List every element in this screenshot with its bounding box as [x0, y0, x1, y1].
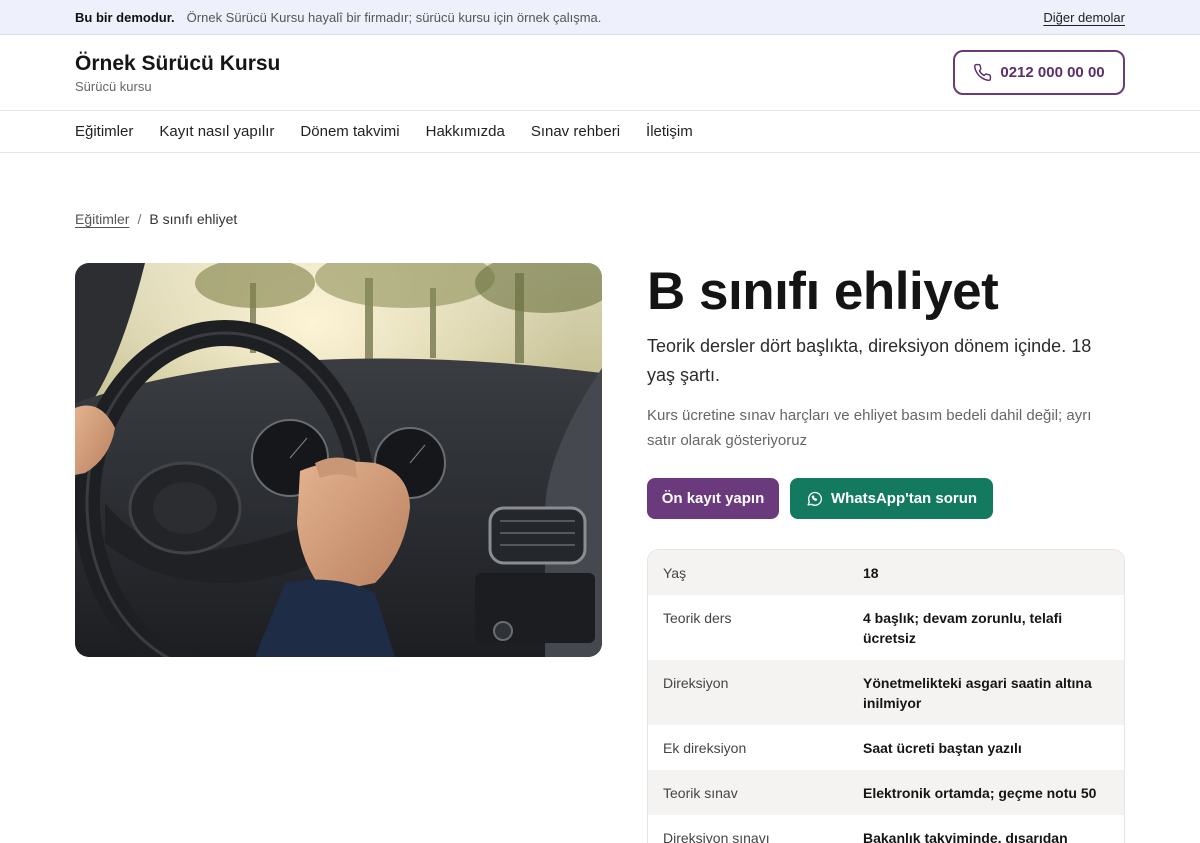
breadcrumb-current: B sınıfı ehliyet: [149, 211, 238, 227]
site-header: Örnek Sürücü Kursu Sürücü kursu 0212 000…: [0, 35, 1200, 111]
demo-label: Bu bir demodur.: [75, 9, 175, 25]
detail-value: Elektronik ortamda; geçme notu 50: [863, 785, 1097, 801]
table-row: Ek direksiyon Saat ücreti baştan yazılı: [648, 725, 1124, 770]
phone-button[interactable]: 0212 000 00 00: [953, 50, 1125, 95]
detail-label: Direksiyon: [663, 675, 729, 691]
price-note: Kurs ücretine sınav harçları ve ehliyet …: [647, 407, 1092, 449]
detail-label: Teorik sınav: [663, 785, 738, 801]
whatsapp-button[interactable]: WhatsApp'tan sorun: [790, 478, 993, 519]
nav-item-iletisim[interactable]: İletişim: [646, 123, 693, 140]
table-row: Direksiyon Yönetmelikteki asgari saatin …: [648, 660, 1124, 725]
page-title: B sınıfı ehliyet: [647, 262, 999, 321]
brand-name: Örnek Sürücü Kursu: [75, 51, 281, 75]
nav-item-kayit[interactable]: Kayıt nasıl yapılır: [159, 123, 274, 140]
table-row: Direksiyon sınavı Bakanlık takviminde, d…: [648, 815, 1124, 843]
pre-register-button[interactable]: Ön kayıt yapın: [647, 478, 779, 519]
main-nav: Eğitimler Kayıt nasıl yapılır Dönem takv…: [0, 111, 1200, 153]
detail-value: 4 başlık; devam zorunlu, telafi ücretsiz: [863, 610, 1063, 646]
breadcrumb-parent-link[interactable]: Eğitimler: [75, 211, 129, 227]
table-row: Teorik ders 4 başlık; devam zorunlu, tel…: [648, 595, 1124, 660]
detail-value: Saat ücreti baştan yazılı: [863, 740, 1022, 756]
detail-label: Teorik ders: [663, 610, 732, 626]
demo-bar: Bu bir demodur. Örnek Sürücü Kursu hayal…: [0, 0, 1200, 35]
other-demos-link[interactable]: Diğer demolar: [1043, 10, 1125, 25]
demo-description: Örnek Sürücü Kursu hayalî bir firmadır; …: [186, 9, 602, 25]
whatsapp-button-label: WhatsApp'tan sorun: [830, 490, 978, 507]
nav-item-sinav-rehberi[interactable]: Sınav rehberi: [531, 123, 620, 140]
breadcrumb: Eğitimler / B sınıfı ehliyet: [75, 211, 237, 227]
course-details-table: Yaş 18 Teorik ders 4 başlık; devam zorun…: [647, 549, 1125, 843]
nav-item-donem-takvimi[interactable]: Dönem takvimi: [300, 123, 399, 140]
detail-value: 18: [863, 565, 879, 581]
detail-label: Ek direksiyon: [663, 740, 747, 756]
brand[interactable]: Örnek Sürücü Kursu Sürücü kursu: [75, 52, 280, 94]
page-lead: Teorik dersler dört başlıkta, direksiyon…: [647, 336, 1092, 385]
hero-image-steering-wheel: [75, 263, 602, 657]
phone-number: 0212 000 00 00: [1000, 64, 1105, 81]
detail-label: Yaş: [663, 565, 687, 581]
phone-icon: [974, 63, 992, 82]
detail-label: Direksiyon sınavı: [663, 830, 770, 843]
table-row: Teorik sınav Elektronik ortamda; geçme n…: [648, 770, 1124, 815]
breadcrumb-separator: /: [137, 211, 142, 227]
detail-value: Bakanlık takviminde, dışarıdan komisyonl…: [863, 830, 1068, 843]
nav-item-egitimler[interactable]: Eğitimler: [75, 123, 133, 140]
nav-item-hakkimizda[interactable]: Hakkımızda: [426, 123, 505, 140]
table-row: Yaş 18: [648, 550, 1124, 595]
detail-value: Yönetmelikteki asgari saatin altına inil…: [863, 675, 1092, 711]
brand-tagline: Sürücü kursu: [75, 78, 152, 94]
whatsapp-icon: [807, 491, 822, 506]
